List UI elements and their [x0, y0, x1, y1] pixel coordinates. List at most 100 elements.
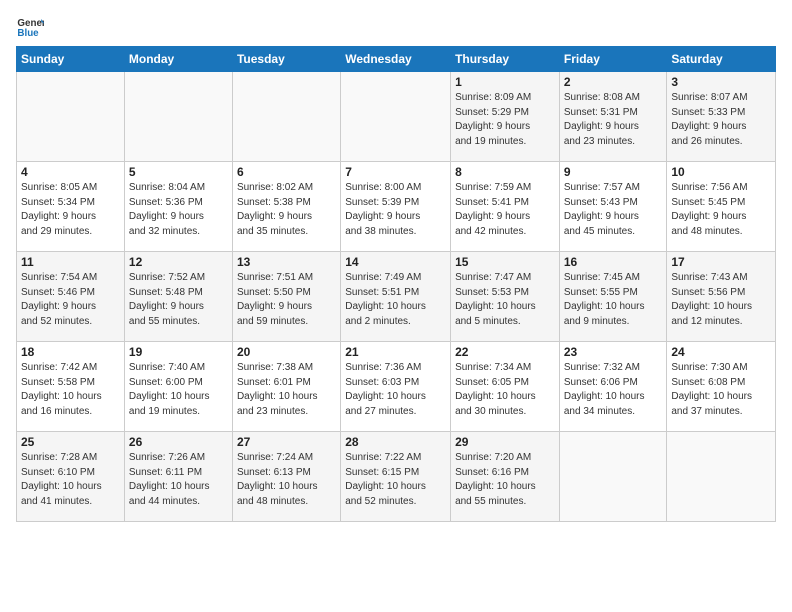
day-info: Sunrise: 7:43 AM Sunset: 5:56 PM Dayligh…: [671, 271, 771, 329]
day-info: Sunrise: 7:30 AM Sunset: 6:08 PM Dayligh…: [671, 361, 771, 419]
day-cell: 11 Sunrise: 7:54 AM Sunset: 5:46 PM Dayli…: [17, 252, 125, 342]
day-info: Sunrise: 8:07 AM Sunset: 5:33 PM Dayligh…: [671, 91, 771, 149]
day-number: 29: [455, 435, 555, 449]
day-info: Sunrise: 8:09 AM Sunset: 5:29 PM Dayligh…: [455, 91, 555, 149]
day-cell: 12 Sunrise: 7:52 AM Sunset: 5:48 PM Dayli…: [124, 252, 232, 342]
day-number: 19: [129, 345, 228, 359]
svg-text:Blue: Blue: [17, 28, 39, 39]
day-info: Sunrise: 7:51 AM Sunset: 5:50 PM Dayligh…: [237, 271, 336, 329]
day-info: Sunrise: 8:08 AM Sunset: 5:31 PM Dayligh…: [564, 91, 663, 149]
day-cell: [667, 432, 776, 522]
day-number: 24: [671, 345, 771, 359]
day-info: Sunrise: 7:49 AM Sunset: 5:51 PM Dayligh…: [345, 271, 446, 329]
day-number: 6: [237, 165, 336, 179]
day-info: Sunrise: 7:57 AM Sunset: 5:43 PM Dayligh…: [564, 181, 663, 239]
day-cell: 15 Sunrise: 7:47 AM Sunset: 5:53 PM Dayli…: [451, 252, 560, 342]
day-info: Sunrise: 7:34 AM Sunset: 6:05 PM Dayligh…: [455, 361, 555, 419]
day-cell: 14 Sunrise: 7:49 AM Sunset: 5:51 PM Dayli…: [341, 252, 451, 342]
header: General Blue: [16, 12, 776, 40]
day-info: Sunrise: 7:36 AM Sunset: 6:03 PM Dayligh…: [345, 361, 446, 419]
day-cell: 16Sunrise: 7:45 AM Sunset: 5:55 PM Dayli…: [559, 252, 667, 342]
day-number: 13: [237, 255, 336, 269]
day-cell: 22 Sunrise: 7:34 AM Sunset: 6:05 PM Dayli…: [451, 342, 560, 432]
day-number: 10: [671, 165, 771, 179]
day-cell: [341, 72, 451, 162]
day-info: Sunrise: 7:52 AM Sunset: 5:48 PM Dayligh…: [129, 271, 228, 329]
week-row-2: 4Sunrise: 8:05 AM Sunset: 5:34 PM Daylig…: [17, 162, 776, 252]
day-number: 21: [345, 345, 446, 359]
day-number: 26: [129, 435, 228, 449]
day-cell: 13 Sunrise: 7:51 AM Sunset: 5:50 PM Dayli…: [232, 252, 340, 342]
day-info: Sunrise: 8:00 AM Sunset: 5:39 PM Dayligh…: [345, 181, 446, 239]
day-info: Sunrise: 7:54 AM Sunset: 5:46 PM Dayligh…: [21, 271, 120, 329]
header-cell-wednesday: Wednesday: [341, 47, 451, 72]
day-number: 14: [345, 255, 446, 269]
day-number: 17: [671, 255, 771, 269]
day-cell: 18Sunrise: 7:42 AM Sunset: 5:58 PM Dayli…: [17, 342, 125, 432]
day-cell: 20 Sunrise: 7:38 AM Sunset: 6:01 PM Dayli…: [232, 342, 340, 432]
day-cell: 7Sunrise: 8:00 AM Sunset: 5:39 PM Daylig…: [341, 162, 451, 252]
header-row: SundayMondayTuesdayWednesdayThursdayFrid…: [17, 47, 776, 72]
day-number: 25: [21, 435, 120, 449]
day-cell: 5 Sunrise: 8:04 AM Sunset: 5:36 PM Daylig…: [124, 162, 232, 252]
day-info: Sunrise: 7:28 AM Sunset: 6:10 PM Dayligh…: [21, 451, 120, 509]
logo-icon: General Blue: [16, 12, 44, 40]
day-cell: 27 Sunrise: 7:24 AM Sunset: 6:13 PM Dayli…: [232, 432, 340, 522]
day-cell: 25 Sunrise: 7:28 AM Sunset: 6:10 PM Dayli…: [17, 432, 125, 522]
day-info: Sunrise: 8:02 AM Sunset: 5:38 PM Dayligh…: [237, 181, 336, 239]
day-info: Sunrise: 7:47 AM Sunset: 5:53 PM Dayligh…: [455, 271, 555, 329]
day-cell: [124, 72, 232, 162]
week-row-1: 1 Sunrise: 8:09 AM Sunset: 5:29 PM Daylig…: [17, 72, 776, 162]
day-info: Sunrise: 7:59 AM Sunset: 5:41 PM Dayligh…: [455, 181, 555, 239]
day-number: 11: [21, 255, 120, 269]
day-cell: 26 Sunrise: 7:26 AM Sunset: 6:11 PM Dayli…: [124, 432, 232, 522]
day-number: 2: [564, 75, 663, 89]
header-cell-monday: Monday: [124, 47, 232, 72]
header-cell-tuesday: Tuesday: [232, 47, 340, 72]
day-number: 20: [237, 345, 336, 359]
day-cell: 9 Sunrise: 7:57 AM Sunset: 5:43 PM Daylig…: [559, 162, 667, 252]
day-number: 22: [455, 345, 555, 359]
page: General Blue SundayMondayTuesdayWednesda…: [0, 0, 792, 612]
week-row-3: 11 Sunrise: 7:54 AM Sunset: 5:46 PM Dayli…: [17, 252, 776, 342]
day-number: 9: [564, 165, 663, 179]
day-number: 23: [564, 345, 663, 359]
day-cell: 6 Sunrise: 8:02 AM Sunset: 5:38 PM Daylig…: [232, 162, 340, 252]
day-number: 12: [129, 255, 228, 269]
day-info: Sunrise: 7:24 AM Sunset: 6:13 PM Dayligh…: [237, 451, 336, 509]
day-number: 15: [455, 255, 555, 269]
day-cell: 17 Sunrise: 7:43 AM Sunset: 5:56 PM Dayli…: [667, 252, 776, 342]
day-number: 16: [564, 255, 663, 269]
calendar-body: 1 Sunrise: 8:09 AM Sunset: 5:29 PM Daylig…: [17, 72, 776, 522]
day-number: 3: [671, 75, 771, 89]
day-number: 5: [129, 165, 228, 179]
logo: General Blue: [16, 12, 46, 40]
day-cell: 19 Sunrise: 7:40 AM Sunset: 6:00 PM Dayli…: [124, 342, 232, 432]
day-info: Sunrise: 7:26 AM Sunset: 6:11 PM Dayligh…: [129, 451, 228, 509]
day-info: Sunrise: 7:32 AM Sunset: 6:06 PM Dayligh…: [564, 361, 663, 419]
day-cell: 10 Sunrise: 7:56 AM Sunset: 5:45 PM Dayli…: [667, 162, 776, 252]
week-row-4: 18Sunrise: 7:42 AM Sunset: 5:58 PM Dayli…: [17, 342, 776, 432]
day-info: Sunrise: 8:04 AM Sunset: 5:36 PM Dayligh…: [129, 181, 228, 239]
calendar-header: SundayMondayTuesdayWednesdayThursdayFrid…: [17, 47, 776, 72]
day-info: Sunrise: 7:22 AM Sunset: 6:15 PM Dayligh…: [345, 451, 446, 509]
day-info: Sunrise: 7:20 AM Sunset: 6:16 PM Dayligh…: [455, 451, 555, 509]
day-number: 27: [237, 435, 336, 449]
day-cell: 4Sunrise: 8:05 AM Sunset: 5:34 PM Daylig…: [17, 162, 125, 252]
day-cell: 2 Sunrise: 8:08 AM Sunset: 5:31 PM Daylig…: [559, 72, 667, 162]
day-cell: 1 Sunrise: 8:09 AM Sunset: 5:29 PM Daylig…: [451, 72, 560, 162]
header-cell-saturday: Saturday: [667, 47, 776, 72]
header-cell-friday: Friday: [559, 47, 667, 72]
day-info: Sunrise: 7:38 AM Sunset: 6:01 PM Dayligh…: [237, 361, 336, 419]
day-number: 1: [455, 75, 555, 89]
header-cell-thursday: Thursday: [451, 47, 560, 72]
day-number: 8: [455, 165, 555, 179]
day-cell: 3 Sunrise: 8:07 AM Sunset: 5:33 PM Daylig…: [667, 72, 776, 162]
day-info: Sunrise: 7:56 AM Sunset: 5:45 PM Dayligh…: [671, 181, 771, 239]
day-info: Sunrise: 7:42 AM Sunset: 5:58 PM Dayligh…: [21, 361, 120, 419]
day-number: 28: [345, 435, 446, 449]
header-cell-sunday: Sunday: [17, 47, 125, 72]
day-info: Sunrise: 7:40 AM Sunset: 6:00 PM Dayligh…: [129, 361, 228, 419]
day-cell: 28 Sunrise: 7:22 AM Sunset: 6:15 PM Dayli…: [341, 432, 451, 522]
day-info: Sunrise: 8:05 AM Sunset: 5:34 PM Dayligh…: [21, 181, 120, 239]
